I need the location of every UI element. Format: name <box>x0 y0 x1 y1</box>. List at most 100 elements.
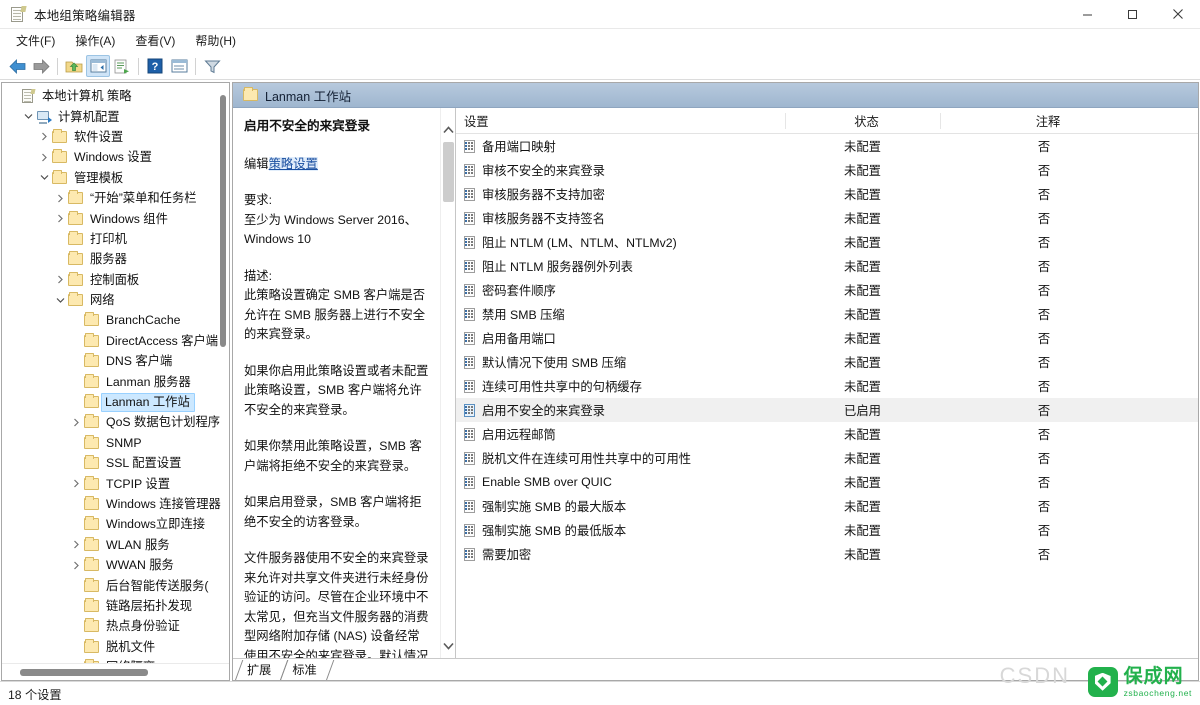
tree-item-18[interactable]: SSL 配置设置 <box>2 453 229 473</box>
tree-item-7[interactable]: 打印机 <box>2 229 229 249</box>
chevron-down-icon[interactable] <box>22 113 35 120</box>
console-tree[interactable]: 本地计算机 策略 计算机配置 软件设置 Windows 设置 管理模板 “开始”菜单和任务… <box>2 83 229 663</box>
tree-item-20[interactable]: Windows 连接管理器 <box>2 494 229 514</box>
tree-item-3[interactable]: Windows 设置 <box>2 147 229 167</box>
tree-item-25[interactable]: 链路层拓扑发现 <box>2 596 229 616</box>
tab-standard[interactable]: 标准 <box>280 660 325 680</box>
column-header-state[interactable]: 状态 <box>785 108 940 134</box>
tree-item-16[interactable]: QoS 数据包计划程序 <box>2 412 229 432</box>
close-button[interactable] <box>1155 0 1200 29</box>
table-row[interactable]: 禁用 SMB 压缩 未配置 否 <box>456 302 1198 326</box>
chevron-right-icon[interactable] <box>54 275 67 284</box>
chevron-down-icon[interactable] <box>38 174 51 181</box>
minimize-button[interactable] <box>1065 0 1110 29</box>
description-scroll-track[interactable] <box>443 140 454 636</box>
cell-setting: Enable SMB over QUIC <box>456 475 785 489</box>
tree-item-2[interactable]: 软件设置 <box>2 127 229 147</box>
help-icon[interactable]: ? <box>143 55 167 77</box>
tree-item-15[interactable]: Lanman 工作站 <box>2 392 229 412</box>
cell-setting: 启用远程邮筒 <box>456 425 785 443</box>
folder-icon <box>83 312 100 327</box>
table-row[interactable]: 脱机文件在连续可用性共享中的可用性 未配置 否 <box>456 446 1198 470</box>
table-row[interactable]: 阻止 NTLM (LM、NTLM、NTLMv2) 未配置 否 <box>456 230 1198 254</box>
table-row[interactable]: Enable SMB over QUIC 未配置 否 <box>456 470 1198 494</box>
tree-horizontal-scroll-thumb[interactable] <box>20 669 148 676</box>
tree-vertical-scrollbar[interactable] <box>219 89 227 654</box>
tab-extended[interactable]: 扩展 <box>235 660 280 680</box>
setting-name: 启用远程邮筒 <box>482 428 556 442</box>
table-row[interactable]: 启用远程邮筒 未配置 否 <box>456 422 1198 446</box>
menu-help[interactable]: 帮助(H) <box>185 31 246 52</box>
table-row[interactable]: 启用不安全的来宾登录 已启用 否 <box>456 398 1198 422</box>
tree-item-14[interactable]: Lanman 服务器 <box>2 371 229 391</box>
column-header-comment[interactable]: 注释 <box>940 108 1198 134</box>
table-row[interactable]: 需要加密 未配置 否 <box>456 542 1198 566</box>
chevron-down-icon[interactable] <box>54 297 67 304</box>
tree-horizontal-scrollbar[interactable] <box>2 663 229 680</box>
filter-icon[interactable] <box>200 55 224 77</box>
tree-item-13[interactable]: DNS 客户端 <box>2 351 229 371</box>
table-row[interactable]: 启用备用端口 未配置 否 <box>456 326 1198 350</box>
chevron-right-icon[interactable] <box>38 153 51 162</box>
menu-action[interactable]: 操作(A) <box>65 31 125 52</box>
cell-setting: 审核不安全的来宾登录 <box>456 161 785 179</box>
column-header-setting[interactable]: 设置 <box>456 108 785 134</box>
edit-policy-link[interactable]: 策略设置 <box>268 156 318 171</box>
description-vertical-scrollbar[interactable] <box>440 108 455 658</box>
back-icon[interactable] <box>5 55 29 77</box>
tree-item-4[interactable]: 管理模板 <box>2 168 229 188</box>
tree-item-19[interactable]: TCPIP 设置 <box>2 473 229 493</box>
menu-file[interactable]: 文件(F) <box>6 31 65 52</box>
scroll-up-icon[interactable] <box>441 122 456 138</box>
table-row[interactable]: 审核服务器不支持加密 未配置 否 <box>456 182 1198 206</box>
description-scroll-thumb[interactable] <box>443 142 454 202</box>
tree-item-8[interactable]: 服务器 <box>2 249 229 269</box>
tree-item-21[interactable]: Windows立即连接 <box>2 514 229 534</box>
maximize-button[interactable] <box>1110 0 1155 29</box>
up-folder-icon[interactable] <box>62 55 86 77</box>
table-row[interactable]: 强制实施 SMB 的最低版本 未配置 否 <box>456 518 1198 542</box>
tree-item-10[interactable]: 网络 <box>2 290 229 310</box>
chevron-right-icon[interactable] <box>54 194 67 203</box>
menu-view[interactable]: 查看(V) <box>125 31 185 52</box>
chevron-right-icon[interactable] <box>70 540 83 549</box>
chevron-right-icon[interactable] <box>54 214 67 223</box>
tree-item-11[interactable]: BranchCache <box>2 310 229 330</box>
chevron-right-icon[interactable] <box>38 132 51 141</box>
tree-item-6[interactable]: Windows 组件 <box>2 208 229 228</box>
chevron-right-icon[interactable] <box>70 418 83 427</box>
tree-item-5[interactable]: “开始”菜单和任务栏 <box>2 188 229 208</box>
forward-icon[interactable] <box>29 55 53 77</box>
settings-list-rows[interactable]: 备用端口映射 未配置否审核不安全的来宾登录 未配置否审核服务器不支持加密 未配置否审核… <box>456 134 1198 658</box>
properties-icon[interactable] <box>167 55 191 77</box>
policy-setting-icon <box>464 211 475 225</box>
table-row[interactable]: 审核服务器不支持签名 未配置 否 <box>456 206 1198 230</box>
tree-item-1[interactable]: 计算机配置 <box>2 106 229 126</box>
table-row[interactable]: 阻止 NTLM 服务器例外列表 未配置 否 <box>456 254 1198 278</box>
tree-item-23[interactable]: WWAN 服务 <box>2 555 229 575</box>
chevron-right-icon[interactable] <box>70 479 83 488</box>
scroll-down-icon[interactable] <box>441 638 456 654</box>
tree-item-12[interactable]: DirectAccess 客户端 <box>2 331 229 351</box>
table-row[interactable]: 强制实施 SMB 的最大版本 未配置 否 <box>456 494 1198 518</box>
window-controls <box>1065 0 1200 29</box>
tree-item-27[interactable]: 脱机文件 <box>2 637 229 657</box>
tree-item-24[interactable]: 后台智能传送服务( <box>2 575 229 595</box>
cell-setting: 阻止 NTLM (LM、NTLM、NTLMv2) <box>456 233 785 251</box>
show-hide-tree-icon[interactable] <box>86 55 110 77</box>
export-list-icon[interactable] <box>110 55 134 77</box>
table-row[interactable]: 备用端口映射 未配置 否 <box>456 134 1198 158</box>
tree-item-22[interactable]: WLAN 服务 <box>2 535 229 555</box>
tree-item-0[interactable]: 本地计算机 策略 <box>2 86 229 106</box>
tree-item-17[interactable]: SNMP <box>2 433 229 453</box>
chevron-right-icon[interactable] <box>70 561 83 570</box>
table-row[interactable]: 审核不安全的来宾登录 未配置 否 <box>456 158 1198 182</box>
tree-item-26[interactable]: 热点身份验证 <box>2 616 229 636</box>
table-row[interactable]: 默认情况下使用 SMB 压缩 未配置 否 <box>456 350 1198 374</box>
cell-comment: 否 <box>1037 548 1051 562</box>
table-row[interactable]: 密码套件顺序 未配置 否 <box>456 278 1198 302</box>
table-row[interactable]: 连续可用性共享中的句柄缓存 未配置 否 <box>456 374 1198 398</box>
tree-item-9[interactable]: 控制面板 <box>2 270 229 290</box>
tree-vertical-scroll-thumb[interactable] <box>220 95 226 347</box>
cell-comment: 否 <box>1037 236 1051 250</box>
